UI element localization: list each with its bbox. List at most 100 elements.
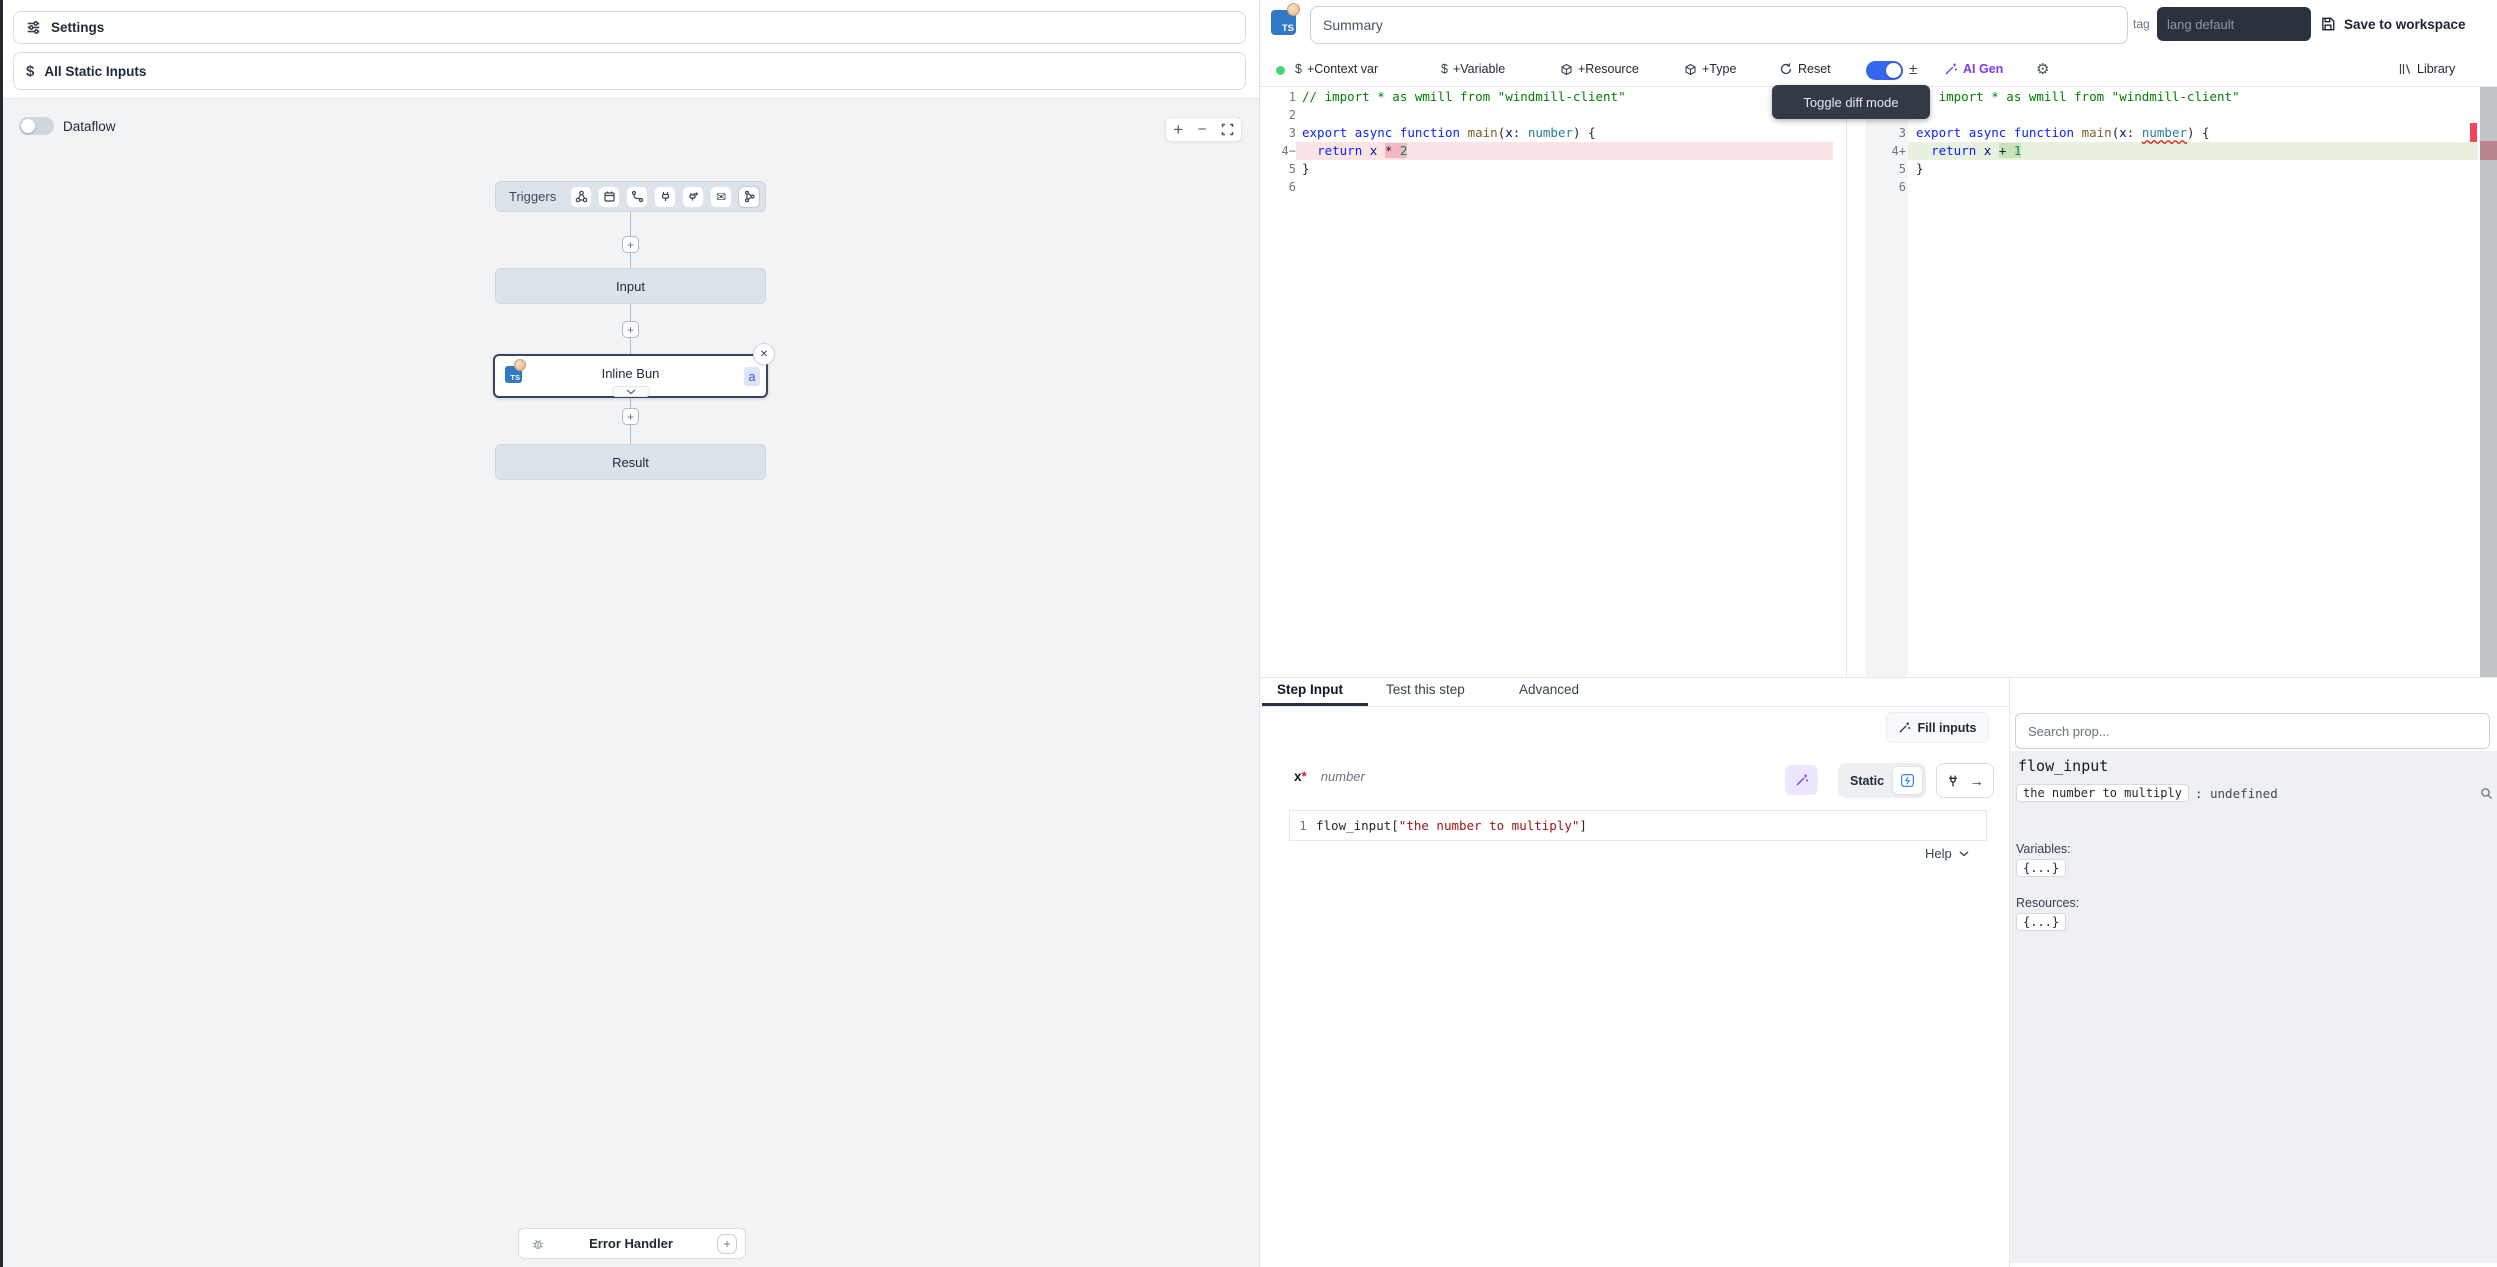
fill-inputs-button[interactable]: Fill inputs <box>1886 712 1989 743</box>
save-icon <box>2320 16 2336 32</box>
dataflow-toggle[interactable] <box>19 117 54 135</box>
code-line-modified[interactable]: } <box>1916 160 1924 178</box>
step-id-badge: a <box>744 367 760 386</box>
settings-label: Settings <box>51 20 104 35</box>
connect-input-button[interactable]: → <box>1936 763 1994 798</box>
input-node-label: Input <box>616 279 645 294</box>
line-number: 6 <box>1264 178 1296 196</box>
arrow-right-icon: → <box>1970 773 1984 789</box>
insert-step-button[interactable]: + <box>622 236 639 253</box>
diff-plusminus-icon[interactable]: ± <box>1909 61 1917 78</box>
triggers-label: Triggers <box>509 189 556 204</box>
overview-ruler-error-mark <box>2470 123 2477 142</box>
resources-label: Resources: <box>2016 896 2079 910</box>
email-trigger-icon[interactable]: ✉ <box>710 186 732 208</box>
insert-step-button[interactable]: + <box>622 408 639 425</box>
prop-value: : undefined <box>2195 786 2278 801</box>
dollar-icon: $ <box>1295 62 1302 76</box>
static-mode-label[interactable]: Static <box>1850 774 1884 788</box>
line-number: 2 <box>1264 106 1296 124</box>
diff-mode-toggle[interactable] <box>1866 61 1903 80</box>
code-line-original[interactable]: export async function main(x: number) { <box>1302 124 1596 142</box>
props-panel-background <box>2010 751 2497 1263</box>
input-mode-segmented-control[interactable]: Static <box>1838 763 1926 798</box>
postgres-trigger-icon[interactable] <box>682 186 704 208</box>
delete-step-button[interactable]: ✕ <box>753 343 775 365</box>
http-route-trigger-icon[interactable] <box>626 186 648 208</box>
dataflow-label: Dataflow <box>63 119 116 134</box>
prop-description-badge: the number to multiply <box>2016 784 2189 802</box>
error-handler-node[interactable]: Error Handler + <box>518 1228 746 1259</box>
dollar-icon: $ <box>1441 62 1448 76</box>
code-line-original[interactable]: // import * as wmill from "windmill-clie… <box>1302 88 1626 106</box>
argument-row: x*number <box>1294 769 1365 784</box>
expression-mode-segment[interactable] <box>1892 766 1923 795</box>
code-line-modified[interactable]: export async function main(x: number) { <box>1916 124 2210 142</box>
expression-code[interactable]: flow_input["the number to multiply"] <box>1316 818 1587 833</box>
add-resource-button[interactable]: +Resource <box>1560 62 1639 76</box>
kafka-trigger-icon[interactable] <box>738 186 760 208</box>
line-number: 3 <box>1868 124 1906 142</box>
search-prop-input[interactable] <box>2015 713 2490 749</box>
tag-input[interactable] <box>2157 7 2311 41</box>
tab-advanced[interactable]: Advanced <box>1519 682 1579 697</box>
zoom-in-icon[interactable]: + <box>1173 121 1183 138</box>
package-icon <box>1684 63 1697 76</box>
fit-view-icon[interactable] <box>1221 123 1234 136</box>
result-node-label: Result <box>612 455 649 470</box>
variables-object-badge[interactable]: {...} <box>2016 859 2066 877</box>
input-node[interactable]: Input <box>495 268 766 304</box>
prop-name[interactable]: flow_input <box>2018 757 2108 775</box>
line-number: 1 <box>1290 818 1316 833</box>
schedule-trigger-icon[interactable] <box>598 186 620 208</box>
gear-icon[interactable]: ⚙ <box>2036 60 2049 78</box>
library-button[interactable]: Library <box>2398 62 2455 76</box>
library-icon <box>2398 62 2412 76</box>
zoom-out-icon[interactable]: − <box>1198 122 1207 137</box>
tab-test-this-step[interactable]: Test this step <box>1386 682 1465 697</box>
editor-scrollbar[interactable] <box>2480 87 2497 677</box>
code-line-original[interactable]: return x * 2 <box>1302 142 1407 160</box>
add-type-button[interactable]: +Type <box>1684 62 1736 76</box>
resources-object-badge[interactable]: {...} <box>2016 913 2066 931</box>
settings-button[interactable]: Settings <box>13 11 1246 44</box>
add-error-handler-button[interactable]: + <box>717 1234 737 1254</box>
save-label: Save to workspace <box>2344 17 2466 32</box>
websocket-trigger-icon[interactable] <box>654 186 676 208</box>
diff-pane-divider[interactable] <box>1846 87 1847 677</box>
required-star: * <box>1302 769 1307 784</box>
ai-fill-button[interactable] <box>1785 765 1818 795</box>
all-static-inputs-button[interactable]: $ All Static Inputs <box>13 52 1246 90</box>
tab-step-input[interactable]: Step Input <box>1277 682 1343 697</box>
triggers-node[interactable]: Triggers ✉ <box>495 181 766 212</box>
chevron-down-icon <box>1959 851 1969 857</box>
line-number: 5 <box>1264 160 1296 178</box>
webhook-trigger-icon[interactable] <box>570 186 592 208</box>
collapse-step-button[interactable] <box>612 386 650 397</box>
line-number: 3 <box>1264 124 1296 142</box>
ai-gen-button[interactable]: AI Gen <box>1944 62 2003 76</box>
reset-button[interactable]: Reset <box>1779 62 1831 76</box>
save-to-workspace-button[interactable]: Save to workspace <box>2320 10 2466 38</box>
add-context-var-button[interactable]: $ +Context var <box>1295 62 1378 76</box>
code-line-original[interactable]: } <box>1302 160 1310 178</box>
summary-input[interactable] <box>1310 6 2128 44</box>
expression-editor[interactable]: 1 flow_input["the number to multiply"] <box>1289 810 1987 841</box>
insert-step-button[interactable]: + <box>622 321 639 338</box>
help-button[interactable]: Help <box>1925 846 1969 861</box>
result-node[interactable]: Result <box>495 444 766 480</box>
toggle-knob <box>1886 63 1901 78</box>
all-static-inputs-label: All Static Inputs <box>44 64 146 79</box>
step-node-label: Inline Bun <box>493 366 768 381</box>
code-line-modified[interactable]: return x + 1 <box>1916 142 2021 160</box>
panel-divider <box>1259 0 1260 1267</box>
flow-header-divider <box>3 98 1259 99</box>
magic-wand-icon <box>1795 773 1809 787</box>
line-number: 4− <box>1264 142 1296 160</box>
tabs-divider <box>1260 706 2009 707</box>
tooltip: Toggle diff mode <box>1772 85 1930 119</box>
code-line-modified[interactable]: // import * as wmill from "windmill-clie… <box>1916 88 2240 106</box>
search-icon[interactable] <box>2480 787 2493 800</box>
add-variable-button[interactable]: $ +Variable <box>1441 62 1505 76</box>
line-number: 1 <box>1264 88 1296 106</box>
